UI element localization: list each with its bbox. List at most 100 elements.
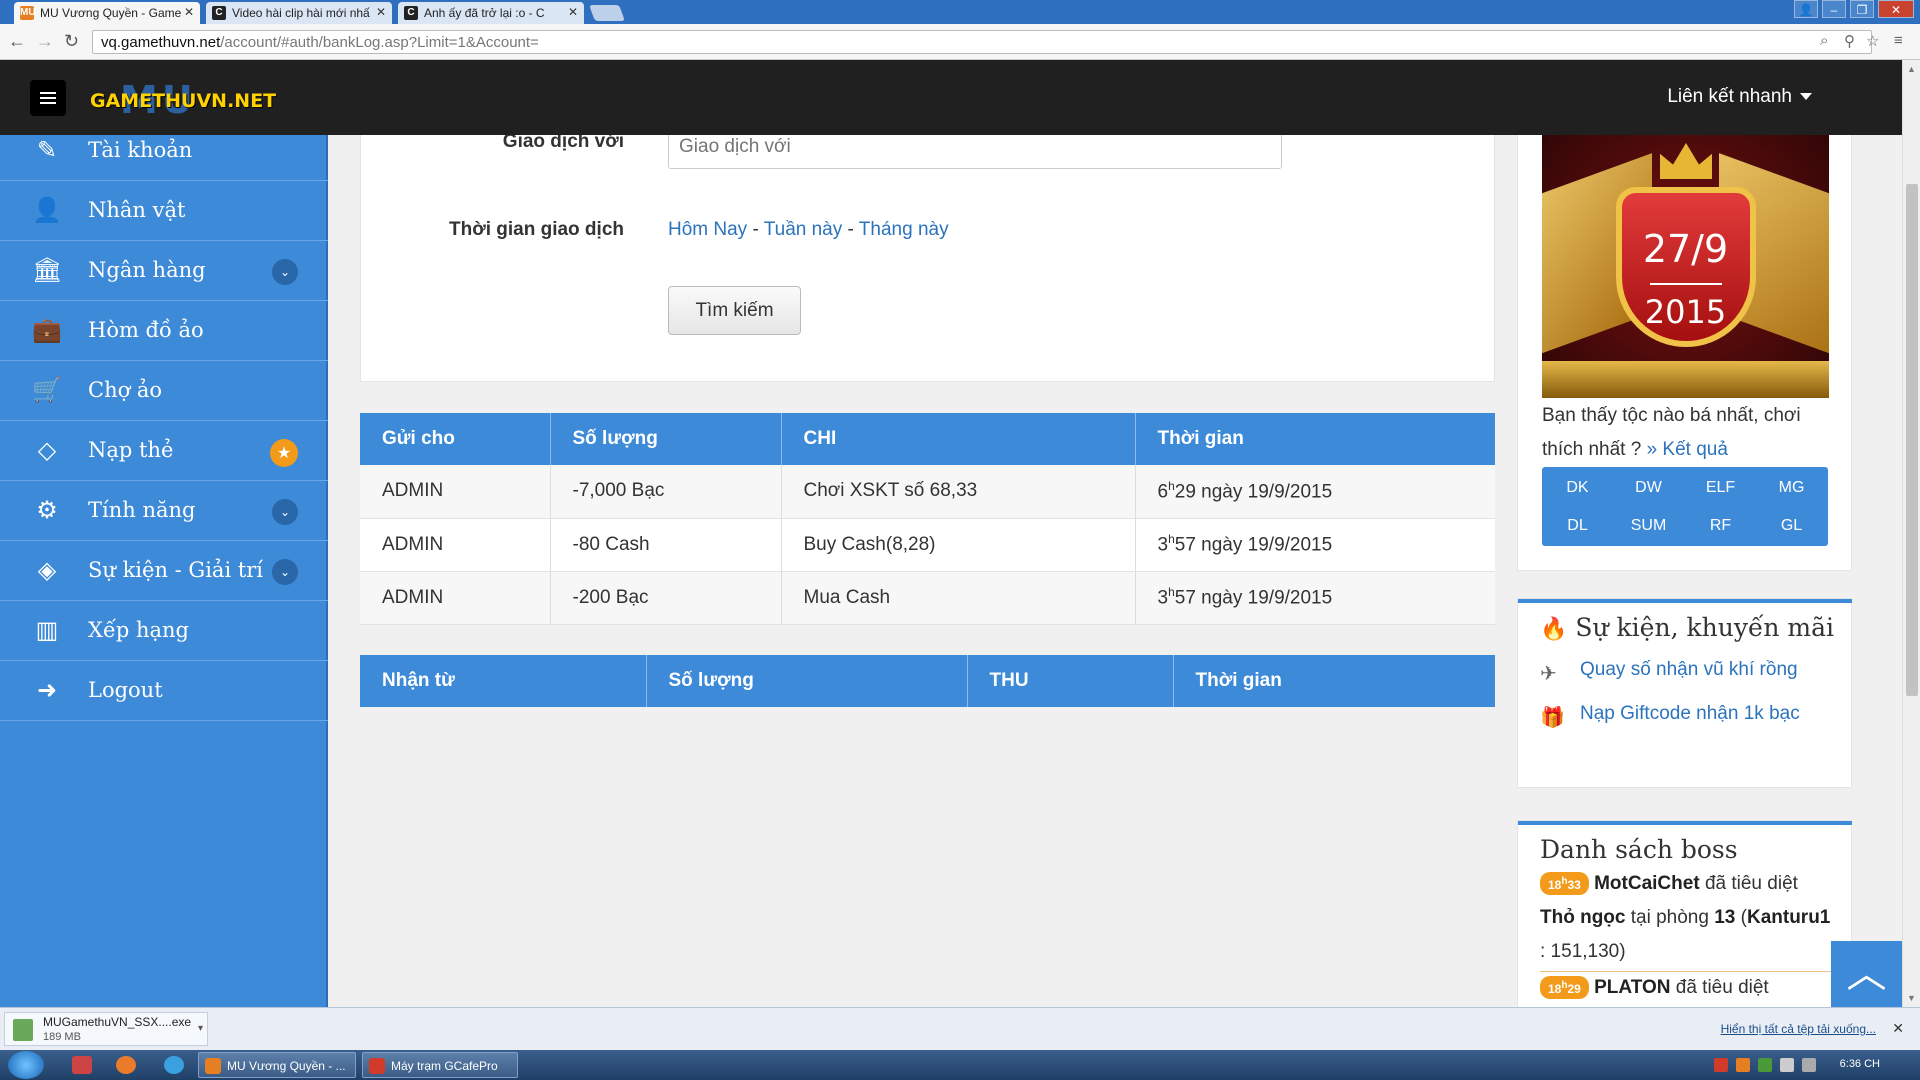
cell-amount: -80 Cash [550,518,782,572]
tab-close-icon[interactable]: ✕ [376,5,386,19]
tab-close-icon[interactable]: ✕ [568,5,578,19]
class-vote-button[interactable]: MG [1756,469,1827,507]
promo-year: 2015 [1644,293,1727,331]
download-size: 189 MB [43,1031,81,1043]
profile-icon[interactable]: 👤 [1794,0,1818,18]
site-logo[interactable]: MU GAMETHUVN.NET [90,78,276,122]
scroll-up-icon[interactable]: ▲ [1907,64,1916,74]
briefcase-icon: 💼 [32,316,62,344]
boss-list-panel: Danh sách boss 18h33 MotCaiChet đã tiêu … [1517,820,1852,1007]
tray-icon[interactable] [1714,1058,1728,1072]
logo-text: GAMETHUVN.NET [90,90,277,112]
close-window-button[interactable]: ✕ [1878,0,1914,18]
class-vote-button[interactable]: DW [1613,469,1684,507]
new-tab-button[interactable] [589,5,625,21]
cart-icon: 🛒 [32,376,62,404]
page-scrollbar[interactable]: ▲ ▼ [1902,60,1920,1007]
poll-results-link[interactable]: » Kết quả [1647,439,1728,460]
taskbar-task[interactable]: Máy trạm GCafePro [362,1052,518,1078]
class-vote-button[interactable]: RF [1685,507,1756,545]
minimize-button[interactable]: – [1822,0,1846,18]
class-vote-button[interactable]: GL [1756,507,1827,545]
this-week-link[interactable]: Tuần này [764,219,843,240]
chevron-down-icon[interactable]: ▾ [198,1023,203,1034]
download-item[interactable]: MUGamethuVN_SSX....exe 189 MB ▾ [4,1012,208,1046]
browser-tab-1[interactable]: C Video hài clip hài mới nhấ ✕ [206,2,392,24]
sidebar-item-label: Xếp hạng [88,618,190,642]
sidebar-item-ranking[interactable]: ▥ Xếp hạng [0,601,328,661]
quicklaunch-icon[interactable] [72,1056,92,1074]
tray-icon[interactable] [1758,1058,1772,1072]
gift-icon: 🎁 [1540,707,1565,729]
promo-date: 27/9 [1642,227,1729,271]
column-header: Nhận từ [360,655,647,707]
sidebar-item-features[interactable]: ⚙ Tính năng ⌄ [0,481,328,541]
events-panel: 🔥 Sự kiện, khuyến mãi ✈ Quay số nhận vũ … [1517,598,1852,788]
reload-icon[interactable]: ↻ [64,31,79,52]
sign-out-icon: ➜ [36,676,58,704]
class-vote-button[interactable]: ELF [1685,469,1756,507]
tab-title: MU Vương Quyền - Game [40,6,182,20]
tray-icon[interactable] [1736,1058,1750,1072]
close-icon[interactable]: ✕ [1892,1020,1904,1037]
chevron-down-icon[interactable]: ⌄ [272,259,298,285]
zoom-icon[interactable]: ⌕ [1820,32,1828,49]
sidebar: ✎ Tài khoản 👤 Nhân vật 🏛 Ngân hàng ⌄ 💼 H… [0,135,328,1007]
restore-button[interactable]: ❐ [1850,0,1874,18]
class-vote-button[interactable]: DK [1542,469,1613,507]
network-icon[interactable] [1802,1058,1816,1072]
partner-input[interactable] [668,135,1282,169]
class-vote-grid: DK DW ELF MG DL SUM RF GL [1542,467,1828,546]
promo-banner-image[interactable]: 27/9 2015 [1542,135,1829,398]
browser-tab-0[interactable]: MU MU Vương Quyền - Game ✕ [14,2,200,24]
browser-tab-2[interactable]: C Anh ấy đã trở lại :o - C ✕ [398,2,584,24]
sidebar-item-account[interactable]: ✎ Tài khoản [0,121,328,181]
class-vote-button[interactable]: DL [1542,507,1613,545]
cell-amount: -200 Bạc [550,571,782,625]
today-link[interactable]: Hôm Nay [668,219,747,240]
menu-toggle-button[interactable] [30,80,66,116]
firefox-icon[interactable] [116,1056,136,1074]
scroll-to-top-button[interactable]: ︿ [1831,941,1902,1007]
sidebar-item-market[interactable]: 🛒 Chợ ảo [0,361,328,421]
url-input[interactable]: vq.gamethuvn.net/account/#auth/bankLog.a… [92,30,1872,54]
clock: 6:36 CH [1839,1058,1880,1070]
quick-links-dropdown[interactable]: Liên kết nhanh [1667,86,1812,108]
this-month-link[interactable]: Tháng này [859,219,949,240]
column-header: CHI [781,413,1136,465]
column-header: Số lượng [646,655,968,707]
chrome-menu-icon[interactable]: ≡ [1894,32,1903,49]
search-button[interactable]: Tìm kiếm [668,286,801,335]
back-icon[interactable]: ← [8,31,26,52]
taskbar-task[interactable]: MU Vương Quyền - ... [198,1052,356,1078]
start-button[interactable] [8,1051,44,1079]
cell-note: Buy Cash(8,28) [781,518,1136,572]
sidebar-item-topup[interactable]: ◇ Nạp thẻ ★ [0,421,328,481]
chevron-down-icon[interactable]: ⌄ [272,559,298,585]
poll-question: Bạn thấy tộc nào bá nhất, chơi thích nhấ… [1542,405,1801,460]
boss-entry: 18h33 MotCaiChet đã tiêu diệt Thỏ ngọc t… [1540,872,1831,962]
table-header-row: Nhận từ Số lượng THU Thời gian [360,655,1495,707]
translate-icon[interactable]: ⚲ [1844,32,1855,50]
plane-icon: ✈ [1540,663,1557,685]
sidebar-item-logout[interactable]: ➜ Logout [0,661,328,721]
sidebar-item-virtual-chest[interactable]: 💼 Hòm đồ ảo [0,301,328,361]
edit-icon: ✎ [36,136,58,164]
forward-icon[interactable]: → [36,31,54,52]
ie-icon[interactable] [164,1056,184,1074]
scroll-down-icon[interactable]: ▼ [1907,993,1916,1003]
sidebar-item-events[interactable]: ◈ Sự kiện - Giải trí ⌄ [0,541,328,601]
chevron-down-icon[interactable]: ⌄ [272,499,298,525]
volume-icon[interactable] [1780,1058,1794,1072]
download-bar: MUGamethuVN_SSX....exe 189 MB ▾ Hiển thị… [0,1007,1920,1050]
bank-log-filter-panel: Giao dịch với Thời gian giao dịch Hôm Na… [360,135,1495,382]
cell-time: 3h57 ngày 19/9/2015 [1135,571,1495,625]
bookmark-star-icon[interactable]: ☆ [1866,32,1879,50]
sidebar-item-bank[interactable]: 🏛 Ngân hàng ⌄ [0,241,328,301]
sidebar-item-character[interactable]: 👤 Nhân vật [0,181,328,241]
show-all-downloads-link[interactable]: Hiển thị tất cả tệp tải xuống... [1721,1022,1876,1036]
scrollbar-thumb[interactable] [1906,184,1918,696]
class-vote-button[interactable]: SUM [1613,507,1684,545]
cell-recipient: ADMIN [360,518,551,572]
tab-close-icon[interactable]: ✕ [184,5,194,19]
